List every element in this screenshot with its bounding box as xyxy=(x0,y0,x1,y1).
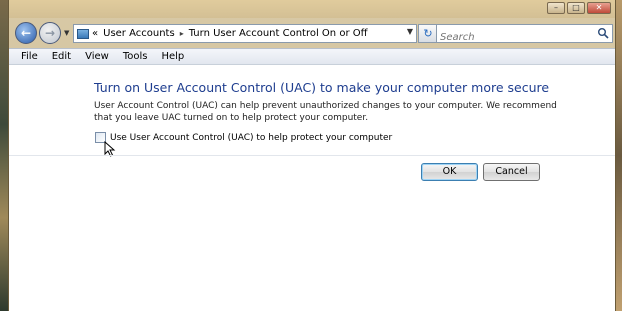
ok-button[interactable]: OK xyxy=(421,163,478,181)
menu-tools[interactable]: Tools xyxy=(116,51,155,62)
cancel-button[interactable]: Cancel xyxy=(483,163,540,181)
control-panel-icon xyxy=(77,28,89,39)
menu-help[interactable]: Help xyxy=(154,51,191,62)
menu-bar: File Edit View Tools Help xyxy=(9,48,615,65)
divider xyxy=(9,155,615,156)
breadcrumb-separator-icon[interactable]: ▸ xyxy=(180,29,184,38)
breadcrumb-current-page[interactable]: Turn User Account Control On or Off xyxy=(189,28,368,39)
close-button[interactable]: ✕ xyxy=(587,2,611,14)
page-title: Turn on User Account Control (UAC) to ma… xyxy=(94,80,550,95)
search-input[interactable] xyxy=(437,29,587,46)
back-button[interactable]: ← xyxy=(15,22,37,44)
menu-view[interactable]: View xyxy=(78,51,116,62)
explorer-window: – □ ✕ ← → ▼ « User Accounts ▸ Turn User … xyxy=(8,0,616,311)
address-overflow-chevron[interactable]: « xyxy=(92,28,98,39)
address-dropdown-icon[interactable]: ▼ xyxy=(407,27,413,36)
menu-file[interactable]: File xyxy=(9,51,45,62)
minimize-button[interactable]: – xyxy=(547,2,565,14)
content-pane: Turn on User Account Control (UAC) to ma… xyxy=(9,65,615,311)
search-box[interactable] xyxy=(436,24,613,46)
uac-checkbox-row[interactable]: Use User Account Control (UAC) to help p… xyxy=(95,132,392,143)
menu-edit[interactable]: Edit xyxy=(45,51,78,62)
breadcrumb-user-accounts[interactable]: User Accounts xyxy=(103,28,175,39)
forward-button[interactable]: → xyxy=(39,22,61,44)
uac-description: User Account Control (UAC) can help prev… xyxy=(94,101,557,123)
search-icon[interactable] xyxy=(597,27,609,39)
window-controls: – □ ✕ xyxy=(547,2,611,14)
arrow-left-icon: ← xyxy=(20,26,32,40)
recent-pages-dropdown[interactable]: ▼ xyxy=(64,29,69,37)
address-bar[interactable]: « User Accounts ▸ Turn User Account Cont… xyxy=(73,24,417,43)
navigation-bar: ← → ▼ « User Accounts ▸ Turn User Accoun… xyxy=(9,18,615,48)
uac-checkbox-label[interactable]: Use User Account Control (UAC) to help p… xyxy=(110,133,392,143)
title-bar: – □ ✕ xyxy=(9,0,615,18)
arrow-right-icon: → xyxy=(44,26,56,40)
maximize-button[interactable]: □ xyxy=(567,2,585,14)
refresh-button[interactable]: ↻ xyxy=(418,24,438,43)
